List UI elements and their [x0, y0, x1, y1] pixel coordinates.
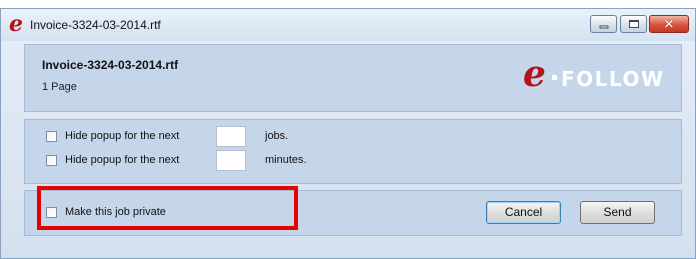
title-bar[interactable]: e Invoice-3324-03-2014.rtf ✕ [1, 9, 695, 41]
send-button[interactable]: Send [580, 201, 655, 224]
private-job-checkbox[interactable] [46, 207, 57, 218]
hide-minutes-checkbox[interactable] [46, 155, 57, 166]
hide-minutes-label: Hide popup for the next [65, 154, 180, 166]
hide-jobs-label: Hide popup for the next [65, 130, 180, 142]
cancel-button[interactable]: Cancel [486, 201, 561, 224]
efollow-logo-icon: e [9, 11, 23, 37]
maximize-button[interactable] [620, 15, 647, 33]
efollow-brand-logo: e FOLLOW [523, 53, 673, 95]
action-footer-panel: Make this job private Cancel Send [24, 190, 682, 236]
hide-jobs-unit: jobs. [265, 130, 289, 142]
close-icon: ✕ [663, 16, 675, 32]
hide-jobs-count-input[interactable] [216, 126, 246, 147]
popup-options-panel: Hide popup for the next jobs. Hide popup… [24, 119, 682, 184]
brand-letter: e [523, 53, 546, 95]
close-button[interactable]: ✕ [649, 15, 689, 33]
brand-dot-icon [552, 75, 557, 80]
job-file-name: Invoice-3324-03-2014.rtf [42, 58, 179, 72]
hide-jobs-checkbox[interactable] [46, 131, 57, 142]
private-job-label: Make this job private [65, 206, 166, 218]
hide-minutes-count-input[interactable] [216, 150, 246, 171]
minimize-button[interactable] [590, 15, 617, 33]
maximize-icon [628, 20, 639, 28]
hide-minutes-unit: minutes. [265, 154, 307, 166]
minimize-icon [599, 25, 608, 29]
window-title: Invoice-3324-03-2014.rtf [30, 18, 161, 32]
brand-text: FOLLOW [561, 67, 665, 91]
job-header-panel: Invoice-3324-03-2014.rtf 1 Page e FOLLOW [24, 44, 682, 112]
job-page-count: 1 Page [42, 81, 77, 93]
